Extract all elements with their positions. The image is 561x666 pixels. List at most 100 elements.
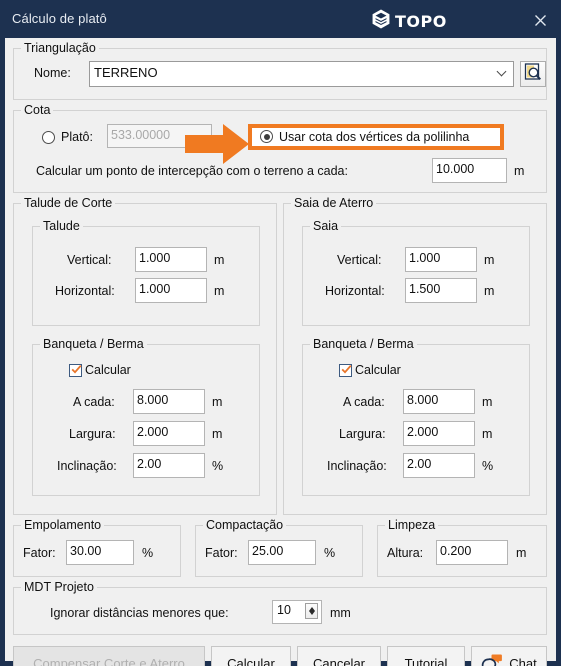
- talude-inclinacao-unit: %: [212, 459, 224, 473]
- compactacao-fator-field[interactable]: 25.00: [248, 540, 316, 565]
- compactacao-group-title: Compactação: [203, 518, 287, 532]
- compensar-corte-aterro-button[interactable]: Compensar Corte e Aterro: [13, 646, 205, 666]
- talude-largura-field[interactable]: 2.000: [133, 421, 205, 446]
- saia-banqueta-calcular-checkbox[interactable]: [339, 364, 352, 377]
- saia-vertical-value: 1.000: [409, 251, 441, 265]
- plato-value-field[interactable]: 533.00000: [107, 124, 212, 148]
- stepper-down-icon[interactable]: [308, 611, 315, 615]
- saia-banqueta-calcular-label: Calcular: [355, 363, 401, 377]
- triangulacao-group-title: Triangulação: [21, 41, 99, 55]
- talude-banqueta-subgroup: Banqueta / Berma Calcular A cada: 8.000 …: [32, 337, 260, 496]
- calcular-label: Calcular: [227, 656, 275, 666]
- close-icon[interactable]: [529, 9, 551, 31]
- empolamento-fator-label: Fator:: [23, 546, 56, 560]
- compactacao-fator-label: Fator:: [205, 546, 238, 560]
- saia-subgroup-title: Saia: [310, 219, 342, 233]
- dialog-body: Triangulação Nome: TERRENO Cota Platô: 5…: [5, 38, 556, 666]
- talude-inclinacao-label: Inclinação:: [57, 459, 117, 473]
- mdt-ignorar-unit: mm: [330, 606, 351, 620]
- cancelar-accel: n: [329, 655, 337, 666]
- talude-vertical-field[interactable]: 1.000: [135, 247, 207, 272]
- saia-horizontal-label: Horizontal:: [325, 284, 385, 298]
- empolamento-group-title: Empolamento: [21, 518, 105, 532]
- saia-horizontal-unit: m: [484, 284, 495, 298]
- saia-acada-field[interactable]: 8.000: [403, 389, 475, 414]
- saia-acada-unit: m: [482, 395, 493, 409]
- saia-horizontal-value: 1.500: [409, 282, 441, 296]
- saia-largura-value: 2.000: [407, 425, 439, 439]
- compactacao-group: Compactação Fator: 25.00 %: [195, 518, 363, 577]
- intercept-unit: m: [514, 164, 525, 178]
- check-icon: [71, 365, 82, 374]
- compensar-label: Compensar Corte e Aterro: [33, 655, 185, 666]
- topo-brand: TOPO: [370, 8, 447, 35]
- chevron-down-icon: [498, 68, 507, 77]
- cota-group: Cota Platô: 533.00000 Usar cota dos vért…: [13, 103, 547, 193]
- tutorial-label: Tutorial: [404, 655, 448, 666]
- saia-vertical-field[interactable]: 1.000: [405, 247, 477, 272]
- stepper-buttons[interactable]: [305, 603, 318, 619]
- brand-name: TOPO: [395, 12, 447, 31]
- check-icon: [341, 365, 352, 374]
- calcular-label-rest: alcular: [236, 655, 275, 666]
- limpeza-altura-label: Altura:: [387, 546, 424, 560]
- talude-banqueta-calcular-checkbox[interactable]: [69, 364, 82, 377]
- talude-corte-group-title: Talude de Corte: [21, 196, 116, 210]
- plato-radio[interactable]: [42, 131, 55, 144]
- limpeza-altura-field[interactable]: 0.200: [436, 540, 508, 565]
- empolamento-fator-field[interactable]: 30.00: [66, 540, 134, 565]
- talude-largura-label: Largura:: [69, 427, 116, 441]
- triangulacao-group: Triangulação Nome: TERRENO: [13, 41, 547, 100]
- saia-largura-field[interactable]: 2.000: [403, 421, 475, 446]
- saia-subgroup: Saia Vertical: 1.000 m Horizontal: 1.500…: [302, 219, 530, 326]
- talude-horizontal-value: 1.000: [139, 282, 171, 296]
- compactacao-fator-unit: %: [324, 546, 336, 560]
- intercept-value-field[interactable]: 10.000: [432, 158, 507, 183]
- calcular-accel: C: [227, 655, 237, 666]
- saia-acada-value: 8.000: [407, 393, 439, 407]
- cancelar-button[interactable]: Cancelar: [297, 646, 381, 666]
- talude-inclinacao-value: 2.00: [137, 457, 162, 471]
- plato-calculation-dialog: Cálculo de platô TOPO Triangulação Nome:…: [0, 0, 561, 666]
- talude-inclinacao-field[interactable]: 2.00: [133, 453, 205, 478]
- intercept-value: 10.000: [436, 162, 475, 176]
- talude-acada-field[interactable]: 8.000: [133, 389, 205, 414]
- empolamento-fator-value: 30.00: [70, 544, 102, 558]
- talude-vertical-label: Vertical:: [67, 253, 112, 267]
- tutorial-button[interactable]: Tutorial: [387, 646, 465, 666]
- chat-button[interactable]: Chat: [471, 646, 547, 666]
- talude-vertical-value: 1.000: [139, 251, 171, 265]
- triangulacao-name-value: TERRENO: [94, 65, 158, 80]
- triangulacao-name-combobox[interactable]: TERRENO: [89, 61, 514, 87]
- empolamento-group: Empolamento Fator: 30.00 %: [13, 518, 181, 577]
- talude-vertical-unit: m: [214, 253, 225, 267]
- talude-banqueta-calcular-label: Calcular: [85, 363, 131, 377]
- vertices-radio[interactable]: [260, 130, 273, 143]
- talude-acada-value: 8.000: [137, 393, 169, 407]
- mdt-projeto-group-title: MDT Projeto: [21, 580, 97, 594]
- saia-banqueta-subgroup: Banqueta / Berma Calcular A cada: 8.000 …: [302, 337, 530, 496]
- talude-banqueta-title: Banqueta / Berma: [40, 337, 147, 351]
- limpeza-group-title: Limpeza: [385, 518, 439, 532]
- saia-largura-label: Largura:: [339, 427, 386, 441]
- cancelar-label: Cancelar: [313, 656, 365, 666]
- saia-inclinacao-field[interactable]: 2.00: [403, 453, 475, 478]
- mdt-ignorar-value: 10: [277, 603, 291, 617]
- title-bar: Cálculo de platô TOPO: [0, 0, 561, 38]
- pick-triangulation-button[interactable]: [520, 61, 546, 87]
- speech-bubble-icon: [481, 653, 503, 666]
- saia-inclinacao-label: Inclinação:: [327, 459, 387, 473]
- compactacao-fator-value: 25.00: [252, 544, 284, 558]
- cota-group-title: Cota: [21, 103, 54, 117]
- saia-horizontal-field[interactable]: 1.500: [405, 278, 477, 303]
- magnifier-document-icon: [524, 62, 542, 86]
- saia-inclinacao-value: 2.00: [407, 457, 432, 471]
- talude-largura-value: 2.000: [137, 425, 169, 439]
- limpeza-altura-value: 0.200: [440, 544, 472, 558]
- mdt-ignorar-stepper[interactable]: 10: [272, 600, 322, 624]
- calcular-button[interactable]: Calcular: [211, 646, 291, 666]
- saia-acada-label: A cada:: [343, 395, 385, 409]
- saia-inclinacao-unit: %: [482, 459, 494, 473]
- saia-vertical-label: Vertical:: [337, 253, 382, 267]
- talude-horizontal-field[interactable]: 1.000: [135, 278, 207, 303]
